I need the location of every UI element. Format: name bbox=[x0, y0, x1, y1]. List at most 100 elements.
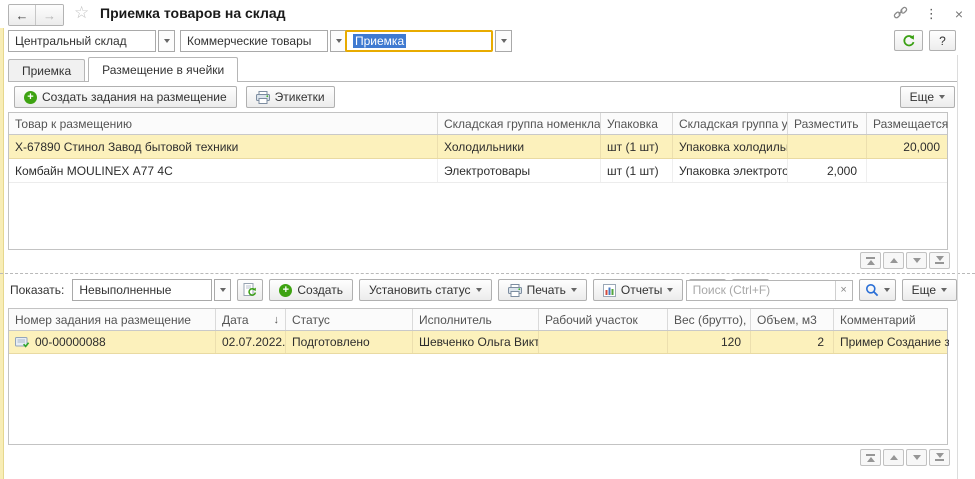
print-button[interactable]: Печать bbox=[497, 279, 587, 301]
reports-button[interactable]: Отчеты bbox=[592, 279, 684, 301]
col-package-group[interactable]: Складская группа упак... bbox=[673, 113, 788, 134]
product-group-combo: Коммерческие товары bbox=[180, 30, 347, 52]
col-date[interactable]: Дата ↓ bbox=[216, 309, 286, 330]
bar-icon bbox=[866, 257, 875, 259]
col-package[interactable]: Упаковка bbox=[601, 113, 673, 134]
col-volume[interactable]: Объем, м3 bbox=[751, 309, 834, 330]
tab-placement[interactable]: Размещение в ячейки bbox=[88, 57, 239, 82]
menu-kebab-icon[interactable]: ⋮ bbox=[925, 6, 938, 22]
link-icon[interactable] bbox=[893, 5, 908, 23]
warehouse-field[interactable]: Центральный склад bbox=[8, 30, 156, 52]
tasks-filter-field[interactable]: Невыполненные bbox=[72, 279, 213, 301]
button-label: Отчеты bbox=[620, 283, 663, 297]
report-icon bbox=[602, 283, 616, 297]
refresh-list-icon bbox=[243, 283, 257, 296]
chevron-down-icon bbox=[163, 39, 170, 43]
tab-receiving[interactable]: Приемка bbox=[8, 59, 86, 81]
tasks-table: Номер задания на размещение Дата ↓ Стату… bbox=[8, 308, 949, 445]
page-title: Приемка товаров на склад bbox=[100, 5, 286, 21]
col-work-area[interactable]: Рабочий участок bbox=[539, 309, 668, 330]
search-icon bbox=[865, 284, 878, 297]
tab-label: Приемка bbox=[22, 63, 72, 78]
cell-package-group: Упаковка электротоваров bbox=[673, 159, 788, 182]
help-button[interactable]: ? bbox=[929, 30, 956, 51]
col-comment[interactable]: Комментарий bbox=[834, 309, 949, 330]
tasks-more-button[interactable]: Еще bbox=[901, 279, 957, 301]
cell-volume: 2 bbox=[751, 331, 834, 353]
chevron-down-icon bbox=[335, 39, 342, 43]
triangle-down-icon bbox=[935, 256, 944, 261]
chevron-down-icon bbox=[475, 288, 482, 292]
placement-more-button[interactable]: Еще bbox=[899, 86, 955, 108]
cell-package-group: Упаковка холодильников bbox=[673, 135, 788, 158]
create-task-button[interactable]: + Создать bbox=[269, 279, 353, 301]
plus-icon: + bbox=[24, 90, 37, 104]
cell-stock-group: Электротовары bbox=[438, 159, 601, 182]
go-first-button[interactable] bbox=[860, 449, 881, 466]
chevron-down-icon bbox=[883, 288, 890, 292]
triangle-up-icon bbox=[866, 260, 875, 265]
placement-table: Товар к размещению Складская группа номе… bbox=[8, 112, 948, 250]
clear-search-icon[interactable]: × bbox=[834, 280, 852, 300]
go-last-button[interactable] bbox=[929, 449, 950, 466]
close-icon[interactable]: × bbox=[955, 6, 963, 22]
go-up-button[interactable] bbox=[883, 449, 904, 466]
tasks-filter-dropdown-button[interactable] bbox=[214, 279, 232, 301]
col-number[interactable]: Номер задания на размещение bbox=[9, 309, 216, 330]
splitter-handle[interactable] bbox=[0, 273, 975, 274]
col-executor[interactable]: Исполнитель bbox=[413, 309, 539, 330]
tab-label: Размещение в ячейки bbox=[102, 63, 225, 77]
triangle-up-icon bbox=[866, 457, 875, 462]
cell-executor: Шевченко Ольга Викторо... bbox=[413, 331, 539, 353]
col-placing[interactable]: Размещается bbox=[867, 113, 949, 134]
go-up-button[interactable] bbox=[883, 252, 904, 269]
refresh-button[interactable] bbox=[894, 30, 923, 51]
chevron-down-icon bbox=[219, 288, 226, 292]
refresh-list-button[interactable] bbox=[237, 279, 264, 301]
col-product[interactable]: Товар к размещению bbox=[9, 113, 438, 134]
task-document-icon bbox=[15, 337, 30, 348]
search-input[interactable] bbox=[686, 280, 835, 300]
printer-icon bbox=[507, 283, 522, 297]
chevron-down-icon bbox=[941, 288, 947, 292]
operation-dropdown-button[interactable] bbox=[495, 30, 512, 52]
cell-number: 00-00000088 bbox=[9, 331, 216, 353]
table-row[interactable]: 00-00000088 02.07.2022... Подготовлено Ш… bbox=[9, 331, 949, 354]
labels-button[interactable]: Этикетки bbox=[245, 86, 335, 108]
placement-window: ← → ☆ Приемка товаров на склад ⋮ × Центр… bbox=[0, 0, 975, 479]
table-row[interactable]: Комбайн MOULINEX А77 4С Электротовары шт… bbox=[9, 159, 947, 183]
col-to-place[interactable]: Разместить bbox=[788, 113, 867, 134]
cell-date: 02.07.2022... bbox=[216, 331, 286, 353]
forward-icon: → bbox=[43, 7, 56, 23]
triangle-up-icon bbox=[889, 258, 898, 263]
refresh-icon bbox=[903, 34, 914, 46]
go-first-button[interactable] bbox=[860, 252, 881, 269]
col-status[interactable]: Статус bbox=[286, 309, 413, 330]
bar-icon bbox=[935, 262, 944, 264]
table-row[interactable]: Х-67890 Стинол Завод бытовой техники Хол… bbox=[9, 135, 947, 159]
product-group-field[interactable]: Коммерческие товары bbox=[180, 30, 328, 52]
cell-package: шт (1 шт) bbox=[601, 135, 673, 158]
tasks-table-nav bbox=[860, 449, 950, 466]
forward-button[interactable]: → bbox=[36, 5, 63, 25]
set-status-button[interactable]: Установить статус bbox=[358, 279, 492, 301]
search-settings-button[interactable] bbox=[858, 279, 896, 301]
chevron-down-icon bbox=[570, 288, 577, 292]
go-last-button[interactable] bbox=[929, 252, 950, 269]
create-placement-tasks-button[interactable]: + Создать задания на размещение bbox=[14, 86, 237, 108]
go-down-button[interactable] bbox=[906, 252, 927, 269]
cell-work-area bbox=[539, 331, 668, 353]
cell-status: Подготовлено bbox=[286, 331, 413, 353]
selected-text: Приемка bbox=[353, 34, 407, 48]
cell-weight: 120 bbox=[668, 331, 751, 353]
go-down-button[interactable] bbox=[906, 449, 927, 466]
back-button[interactable]: ← bbox=[9, 5, 36, 25]
col-weight[interactable]: Вес (брутто), кг bbox=[668, 309, 751, 330]
warehouse-dropdown-button[interactable] bbox=[158, 30, 175, 52]
favorite-star-icon[interactable]: ☆ bbox=[74, 3, 89, 23]
operation-field[interactable]: Приемка bbox=[345, 30, 493, 52]
cell-to-place bbox=[788, 135, 867, 158]
chevron-down-icon bbox=[500, 39, 507, 43]
col-stock-group[interactable]: Складская группа номенклатуры bbox=[438, 113, 601, 134]
placement-table-header: Товар к размещению Складская группа номе… bbox=[9, 113, 949, 135]
